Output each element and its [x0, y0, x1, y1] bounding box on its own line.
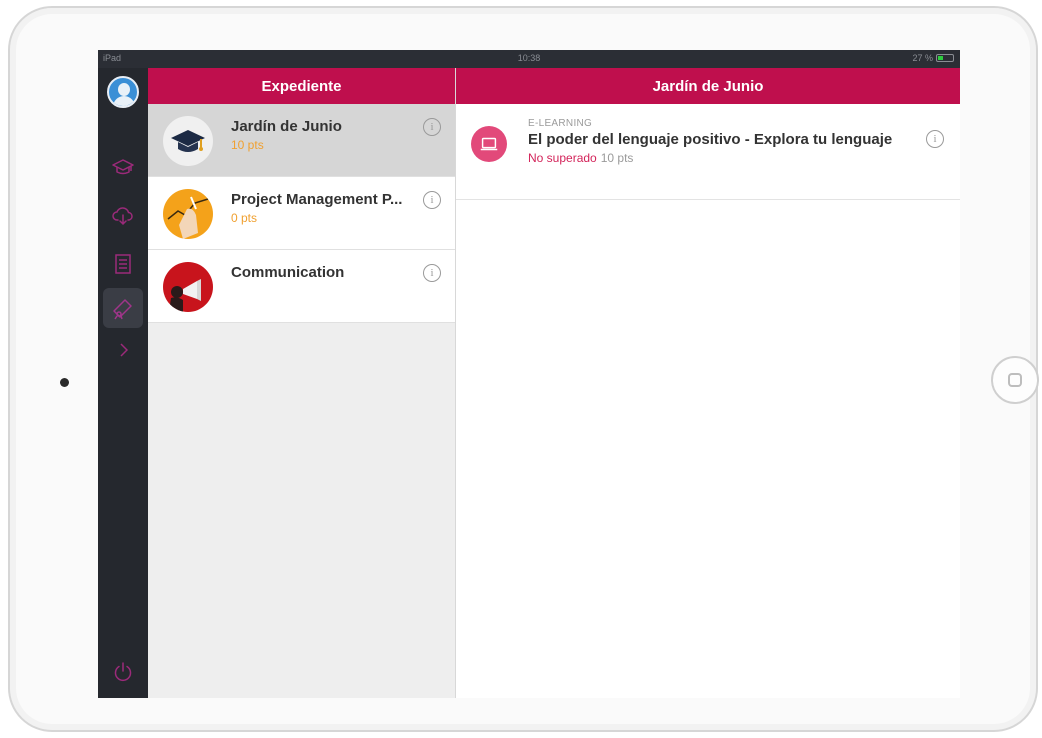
- cloud-download-icon[interactable]: [103, 196, 143, 236]
- activity-item[interactable]: E-LEARNING El poder del lenguaje positiv…: [456, 104, 960, 200]
- power-icon[interactable]: [103, 652, 143, 692]
- battery-percent: 27 %: [912, 53, 933, 63]
- course-detail-header: Jardín de Junio: [456, 68, 960, 104]
- graduation-cap-icon[interactable]: [103, 148, 143, 188]
- battery-icon: [936, 54, 954, 62]
- chevron-right-icon[interactable]: [103, 330, 143, 370]
- info-icon[interactable]: i: [423, 191, 441, 209]
- course-points: 0 pts: [231, 211, 258, 225]
- battery-indicator: 27 %: [912, 53, 954, 63]
- avatar[interactable]: [107, 76, 139, 108]
- app-screen: iPad 10:38 27 % Expediente Jardín de Jun…: [98, 50, 960, 698]
- course-item-jardin-de-junio[interactable]: Jardín de Junio 10 pts i: [148, 104, 455, 177]
- course-points: 10 pts: [231, 138, 264, 152]
- communication-thumbnail-icon: [163, 262, 213, 312]
- project-management-thumbnail-icon: [163, 189, 213, 239]
- home-button[interactable]: [991, 356, 1039, 404]
- front-camera: [60, 378, 69, 387]
- course-title: Jardín de Junio: [231, 118, 342, 135]
- info-icon[interactable]: i: [423, 264, 441, 282]
- course-item-communication[interactable]: Communication i: [148, 250, 455, 323]
- activity-title: El poder del lenguaje positivo - Explora…: [528, 131, 893, 148]
- course-title: Project Management P...: [231, 191, 403, 208]
- course-detail-panel: Jardín de Junio E-LEARNING El poder del …: [456, 68, 960, 698]
- home-button-square-icon: [1008, 373, 1022, 387]
- sidebar: [98, 68, 148, 698]
- diploma-icon[interactable]: [103, 288, 143, 328]
- expediente-header: Expediente: [148, 68, 455, 104]
- activity-points: 10 pts: [600, 151, 634, 165]
- info-icon[interactable]: i: [423, 118, 441, 136]
- activity-type: E-LEARNING: [528, 118, 593, 129]
- laptop-icon: [471, 126, 507, 162]
- activity-status: No superado: [528, 151, 597, 165]
- graduation-cap-thumbnail-icon: [163, 116, 213, 166]
- status-time: 10:38: [517, 53, 541, 63]
- info-icon[interactable]: i: [926, 130, 944, 148]
- course-title: Communication: [231, 264, 345, 281]
- document-icon[interactable]: [103, 244, 143, 284]
- activity-status-line: No superado 10 pts: [528, 151, 633, 165]
- course-item-project-management[interactable]: Project Management P... 0 pts i: [148, 177, 455, 250]
- status-bar: iPad 10:38 27 %: [98, 50, 960, 68]
- expediente-panel: Expediente Jardín de Junio 10 pts i Proj…: [148, 68, 456, 698]
